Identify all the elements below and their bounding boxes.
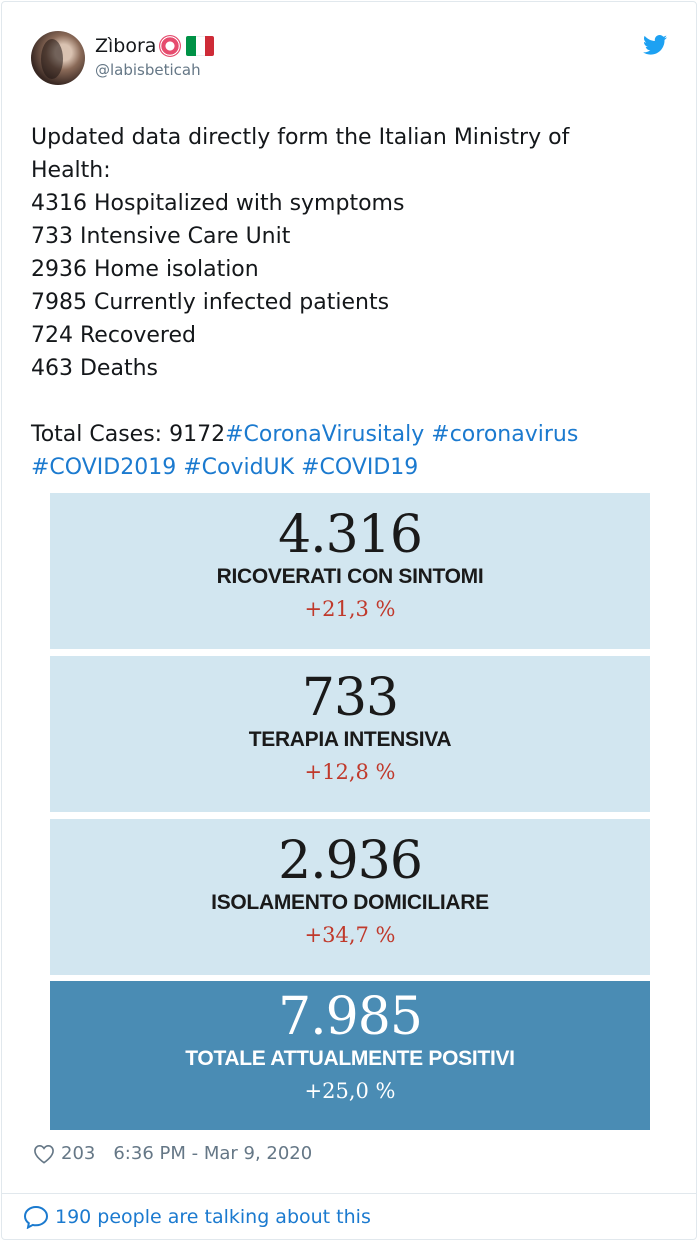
stat-value: 733	[301, 668, 399, 728]
tweet-line: Health:	[31, 158, 111, 183]
tweet-media-image[interactable]: 4.316 RICOVERATI CON SINTOMI +21,3 % 733…	[50, 493, 650, 1130]
conversation-text: 190 people are talking about this	[55, 1206, 371, 1228]
tweet-line: Updated data directly form the Italian M…	[31, 125, 570, 150]
stat-value: 4.316	[278, 505, 423, 565]
avatar[interactable]	[31, 31, 85, 85]
tweet-line: 4316 Hospitalized with symptoms	[31, 191, 405, 216]
speech-bubble-icon	[23, 1205, 49, 1229]
stat-panel-total-positive: 7.985 TOTALE ATTUALMENTE POSITIVI +25,0 …	[50, 981, 650, 1130]
conversation-link[interactable]: 190 people are talking about this	[23, 1205, 371, 1229]
total-cases-line: Total Cases: 9172#CoronaVirusitaly #coro…	[31, 418, 671, 451]
stat-change: +21,3 %	[304, 597, 396, 621]
stat-label: RICOVERATI CON SINTOMI	[216, 565, 484, 588]
flower-icon	[159, 35, 182, 57]
stat-panel-home-isolation: 2.936 ISOLAMENTO DOMICILIARE +34,7 %	[50, 819, 650, 975]
stat-value: 7.985	[278, 987, 423, 1047]
hashtag-link[interactable]: #coronavirus	[431, 422, 578, 447]
stat-label: TOTALE ATTUALMENTE POSITIVI	[185, 1047, 515, 1070]
tweet-line: 2936 Home isolation	[31, 257, 259, 282]
hashtag-link[interactable]: #CovidUK	[183, 455, 294, 480]
like-count[interactable]: 203	[61, 1143, 95, 1164]
tweet-line: 463 Deaths	[31, 356, 158, 381]
tweet-line: 733 Intensive Care Unit	[31, 224, 291, 249]
footer-divider	[1, 1193, 697, 1194]
tweet-meta: 203 6:36 PM - Mar 9, 2020	[33, 1143, 312, 1164]
stat-panel-intensive-care: 733 TERAPIA INTENSIVA +12,8 %	[50, 656, 650, 812]
name-row: Zìbora	[95, 35, 215, 57]
stat-panel-hospitalized: 4.316 RICOVERATI CON SINTOMI +21,3 %	[50, 493, 650, 649]
stat-value: 2.936	[278, 831, 423, 891]
hashtag-line: #COVID2019 #CovidUK #COVID19	[31, 451, 671, 484]
stat-change: +34,7 %	[304, 923, 396, 947]
tweet-text: Updated data directly form the Italian M…	[31, 121, 671, 484]
stat-change: +25,0 %	[304, 1079, 396, 1103]
heart-icon[interactable]	[33, 1144, 55, 1164]
total-cases-text: Total Cases: 9172	[31, 422, 226, 447]
hashtag-link[interactable]: #CoronaVirusitaly	[225, 422, 424, 447]
user-handle[interactable]: @labisbeticah	[95, 61, 201, 79]
italy-flag-icon	[186, 36, 215, 56]
tweet-timestamp[interactable]: 6:36 PM - Mar 9, 2020	[113, 1143, 312, 1164]
twitter-bird-icon[interactable]	[643, 35, 667, 55]
tweet-line: 724 Recovered	[31, 323, 196, 348]
hashtag-link[interactable]: #COVID19	[301, 455, 418, 480]
stat-label: ISOLAMENTO DOMICILIARE	[211, 891, 489, 914]
stat-label: TERAPIA INTENSIVA	[248, 728, 452, 751]
display-name[interactable]: Zìbora	[95, 35, 156, 57]
tweet-line: 7985 Currently infected patients	[31, 290, 390, 315]
hashtag-link[interactable]: #COVID2019	[31, 455, 176, 480]
tweet-header: Zìbora @labisbeticah	[31, 31, 671, 87]
stat-change: +12,8 %	[304, 760, 396, 784]
